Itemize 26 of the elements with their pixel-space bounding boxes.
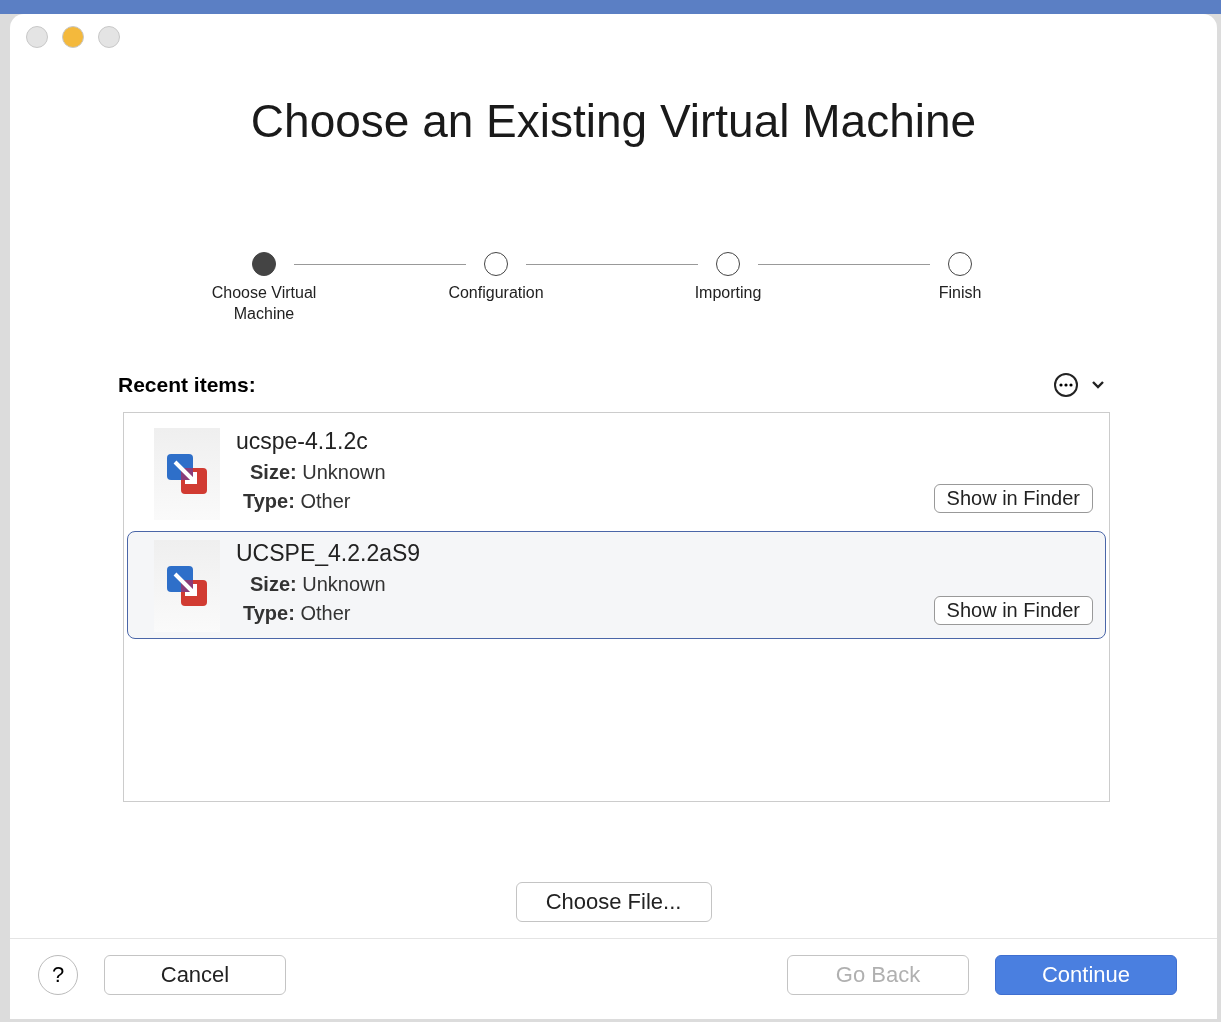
item-type: Type: Other [243, 602, 351, 625]
close-button[interactable] [26, 26, 48, 48]
show-in-finder-button[interactable]: Show in Finder [933, 484, 1093, 513]
step-label: Finish [937, 283, 983, 303]
step-label: Configuration [447, 283, 545, 303]
footer-button[interactable]: Continue [995, 955, 1177, 995]
window-title: Choose an Existing Virtual Machine [249, 94, 978, 148]
zoom-button[interactable] [98, 26, 120, 48]
footer-button[interactable]: Cancel [104, 955, 286, 995]
minimize-button[interactable] [62, 26, 84, 48]
item-size: Size: Unknown [250, 573, 387, 596]
step-label: Importing [693, 283, 763, 303]
help-button[interactable]: ? [38, 955, 78, 995]
step-label: Choose Virtual Machine [210, 283, 318, 324]
recent-item[interactable]: UCSPE_4.2.2aS9 Size: Unknown Type: Other Show in Finder [127, 531, 1106, 639]
item-name: UCSPE_4.2.2aS9 [236, 540, 422, 567]
more-icon[interactable] [1053, 372, 1079, 398]
choose-file-button[interactable]: Choose File... [515, 882, 712, 922]
vm-icon [165, 564, 209, 608]
show-in-finder-button[interactable]: Show in Finder [933, 596, 1093, 625]
vm-icon [165, 452, 209, 496]
chevron-down-icon[interactable] [1091, 380, 1105, 390]
item-name: ucspe-4.1.2c [236, 428, 369, 455]
item-type: Type: Other [243, 490, 351, 513]
section-heading: Recent items: [118, 373, 256, 397]
item-size: Size: Unknown [250, 461, 387, 484]
